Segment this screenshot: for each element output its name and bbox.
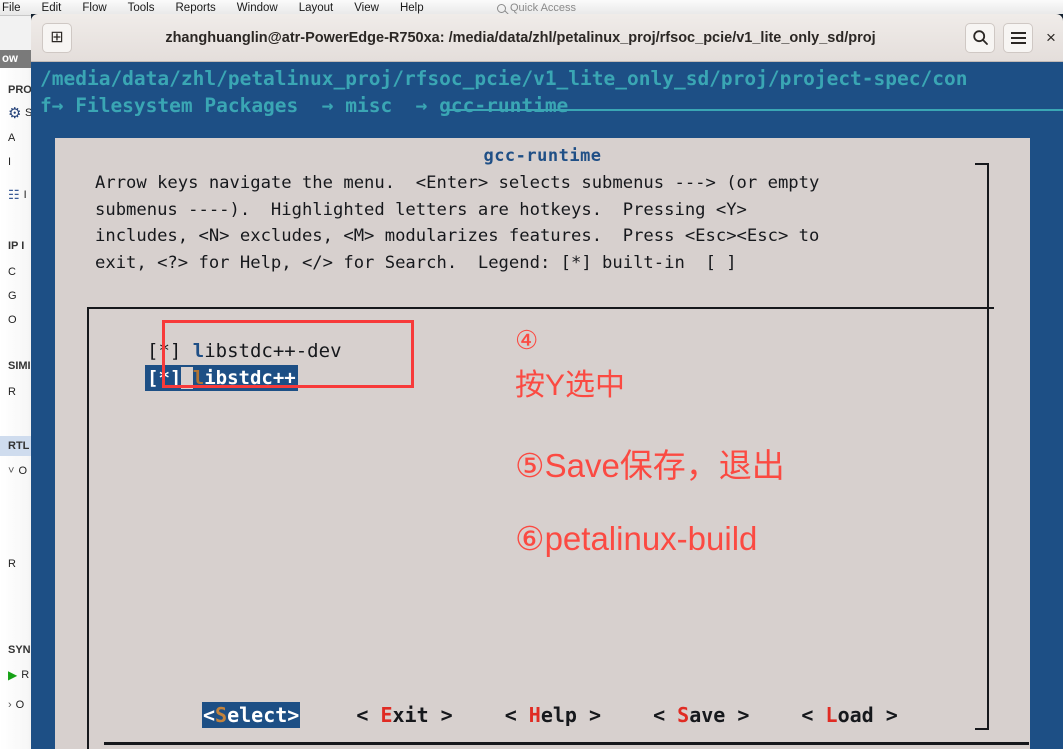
hotkey-letter: L <box>825 703 838 727</box>
button-label: elp > <box>540 703 602 727</box>
play-icon: ▶ <box>8 668 18 682</box>
search-icon <box>497 3 506 13</box>
menu-item-layout[interactable]: Layout <box>299 2 334 14</box>
bracket-open: < <box>356 703 381 727</box>
menu-item-flow[interactable]: Flow <box>82 2 106 14</box>
hamburger-menu-icon <box>1010 31 1026 44</box>
flow-item-run-simulation[interactable]: R <box>0 384 16 400</box>
annotation-step-5-text: ⑤Save保存，退出 <box>515 447 785 484</box>
button-label: xit > <box>392 703 453 727</box>
flow-item-create-block-design[interactable]: C <box>0 264 16 280</box>
flow-item-add-sources[interactable]: A <box>0 130 15 146</box>
scroll-bracket-mid <box>975 307 989 309</box>
scroll-bracket[interactable] <box>987 163 989 730</box>
hotkey-letter: H <box>528 703 541 727</box>
flow-item-ip-catalog[interactable]: ☷ I <box>0 186 27 204</box>
terminal-screen[interactable]: /media/data/zhl/petalinux_proj/rfsoc_pci… <box>31 62 1063 749</box>
list-frame-top-border <box>87 307 994 309</box>
flow-section-synthesis: SYN <box>8 644 31 656</box>
plus-box-icon: ⊞ <box>50 28 64 46</box>
hotkey-letter: S <box>677 703 690 727</box>
exit-button[interactable]: < Exit > <box>355 702 453 728</box>
menu-item-view[interactable]: View <box>354 2 379 14</box>
menu-item-edit[interactable]: Edit <box>42 2 62 14</box>
flow-section-ip-integrator: IP I <box>8 240 25 252</box>
load-button[interactable]: < Load > <box>800 702 898 728</box>
list-frame-left-border <box>87 307 89 749</box>
chevron-down-icon: ˅ <box>8 465 15 477</box>
terminal-menu-button[interactable] <box>1003 22 1033 53</box>
bracket-open: < <box>801 703 826 727</box>
breadcrumb-rule <box>448 109 1063 111</box>
menuconfig-dialog: gcc-runtime Arrow keys navigate the menu… <box>55 138 1030 749</box>
flow-item-label: R <box>21 669 30 681</box>
hotkey-letter: E <box>380 703 393 727</box>
flow-item-language-templates[interactable]: I <box>0 154 11 170</box>
annotation-step-6-text: ⑥petalinux-build <box>515 520 758 557</box>
terminal-titlebar[interactable]: ⊞ zhanghuanglin@atr-PowerEdge-R750xa: /m… <box>31 14 1063 62</box>
flow-item-label: I <box>23 189 27 201</box>
terminal-breadcrumb-line: f→ Filesystem Packages → misc → gcc-runt… <box>40 94 569 117</box>
flow-item-label: O <box>15 699 25 711</box>
chevron-right-icon: › <box>8 699 12 711</box>
ip-icon: ☷ <box>8 187 20 202</box>
bracket-open: < <box>504 703 529 727</box>
menu-item-window[interactable]: Window <box>237 2 278 14</box>
bracket-open: < <box>203 703 216 727</box>
flow-item-settings[interactable]: S <box>0 104 32 122</box>
flow-item-open-elaborated-design[interactable]: ˅ O <box>0 462 27 480</box>
annotation-highlight-box <box>162 320 414 388</box>
annotation-step-4-number: ④ <box>515 325 539 355</box>
terminal-title: zhanghuanglin@atr-PowerEdge-R750xa: /med… <box>165 29 876 46</box>
flow-item-generate-block-design[interactable]: G <box>0 288 17 304</box>
flow-item-open-block-design[interactable]: O <box>0 312 17 328</box>
help-button[interactable]: < Help > <box>504 702 602 728</box>
flow-section-project-manager: PRO <box>8 84 32 96</box>
menu-item-reports[interactable]: Reports <box>176 2 216 14</box>
dialog-title: gcc-runtime <box>483 146 602 166</box>
dialog-help-text: Arrow keys navigate the menu. <Enter> se… <box>95 173 820 273</box>
terminal-search-button[interactable] <box>965 22 995 53</box>
menu-item-help[interactable]: Help <box>400 2 424 14</box>
menu-item-file[interactable]: File <box>2 2 21 14</box>
button-label: elect> <box>227 703 300 727</box>
bracket-open: < <box>653 703 678 727</box>
screen: File Edit Flow Tools Reports Window Layo… <box>0 0 1063 749</box>
terminal-close-button[interactable]: × <box>1041 28 1061 48</box>
select-button[interactable]: <Select> <box>202 702 301 728</box>
annotation-step-4-text: 按Y选中 <box>515 369 626 402</box>
menu-item-tools[interactable]: Tools <box>128 2 155 14</box>
flow-section-simulation: SIMI <box>8 360 31 372</box>
flow-item-run-synthesis[interactable]: ▶ R <box>0 666 29 684</box>
save-button[interactable]: < Save > <box>652 702 750 728</box>
search-icon <box>972 30 988 45</box>
new-tab-button[interactable]: ⊞ <box>42 22 72 53</box>
flow-item-open-synthesized-design[interactable]: › O <box>0 696 24 714</box>
flow-item-report-design[interactable]: R <box>0 556 16 572</box>
button-label: oad > <box>837 703 898 727</box>
button-label: ave > <box>689 703 750 727</box>
flow-item-label: O <box>18 465 27 477</box>
terminal-path-line: /media/data/zhl/petalinux_proj/rfsoc_pci… <box>40 67 968 90</box>
dialog-button-bar[interactable]: <Select> < Exit > < Help > < Save > < Lo… <box>55 698 1030 732</box>
hotkey-letter: S <box>215 703 228 727</box>
quick-access-label: Quick Access <box>510 2 577 14</box>
gear-icon <box>8 107 21 120</box>
dialog-bottom-rule <box>104 742 1029 745</box>
terminal-window: ⊞ zhanghuanglin@atr-PowerEdge-R750xa: /m… <box>31 14 1063 749</box>
